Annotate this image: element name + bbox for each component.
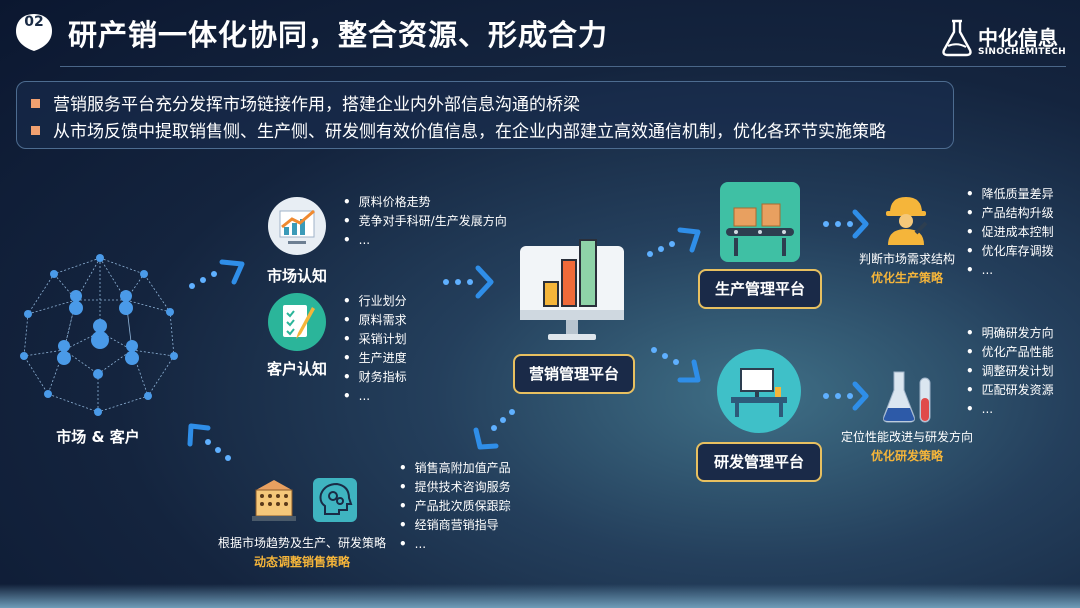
list-item: 销售高附加值产品: [399, 459, 511, 478]
list-item: ...: [343, 231, 507, 250]
list-item: 提供技术咨询服务: [399, 478, 511, 497]
list-item: 优化产品性能: [966, 343, 1054, 362]
list-item: ...: [966, 400, 1054, 419]
arrow-center-to-rnd: [651, 347, 701, 383]
list-item: 竞争对手科研/生产发展方向: [343, 212, 507, 231]
list-item: 产品结构升级: [966, 204, 1054, 223]
list-item: 原料需求: [343, 311, 407, 330]
list-item: ...: [399, 535, 511, 554]
checklist-icon: [268, 293, 326, 351]
list-item: ...: [966, 261, 1054, 280]
sales-list: 销售高附加值产品 提供技术咨询服务 产品批次质保跟踪 经销商营销指导 ...: [399, 459, 511, 554]
arrow-sales-to-market: [187, 423, 231, 461]
arrow-center-to-sales: [473, 409, 515, 450]
arrow-cognition-to-center: [443, 265, 494, 299]
list-item: 原料价格走势: [343, 193, 507, 212]
arrow-rnd-to-strategy: [823, 381, 869, 411]
customer-cognition-list: 行业划分 原料需求 采销计划 生产进度 财务指标 ...: [343, 292, 407, 406]
arrow-center-to-production: [647, 227, 701, 257]
list-item: 财务指标: [343, 368, 407, 387]
head-gears-icon: [313, 478, 357, 522]
network-people-icon: [20, 254, 178, 416]
lab-flask-icon: [883, 371, 931, 423]
production-platform-box: 生产管理平台: [698, 269, 822, 309]
conveyor-factory-icon: [720, 182, 800, 262]
arrow-production-to-strategy: [823, 209, 869, 239]
market-customer-label: 市场 & 客户: [56, 428, 140, 446]
marketing-platform-box: 营销管理平台: [513, 354, 635, 394]
list-item: 经销商营销指导: [399, 516, 511, 535]
rnd-platform-box: 研发管理平台: [696, 442, 822, 482]
production-strategy: 优化生产策略: [870, 271, 943, 285]
list-item: 行业划分: [343, 292, 407, 311]
arrow-market-to-cognition: [189, 259, 245, 289]
lab-desk-icon: [717, 349, 801, 433]
customer-cognition-label: 客户认知: [266, 360, 327, 378]
chart-trend-icon: [268, 197, 326, 255]
production-list: 降低质量差异 产品结构升级 促进成本控制 优化库存调拨 ...: [966, 185, 1054, 280]
monitor-bar-chart-icon: [520, 239, 624, 340]
list-item: 产品批次质保跟踪: [399, 497, 511, 516]
slide: 02 研产销一体化协同，整合资源、形成合力 中化信息 SINOCHEMITECH…: [0, 0, 1080, 608]
sales-strategy: 动态调整销售策略: [253, 555, 350, 569]
rnd-list: 明确研发方向 优化产品性能 调整研发计划 匹配研发资源 ...: [966, 324, 1054, 419]
list-item: 生产进度: [343, 349, 407, 368]
rnd-note: 定位性能改进与研发方向: [840, 430, 973, 444]
list-item: 调整研发计划: [966, 362, 1054, 381]
list-item: 优化库存调拨: [966, 242, 1054, 261]
worker-helmet-icon: [886, 197, 928, 245]
data-server-icon: [252, 480, 296, 521]
list-item: 采销计划: [343, 330, 407, 349]
sales-note: 根据市场趋势及生产、研发策略: [217, 536, 386, 550]
market-cognition-label: 市场认知: [266, 267, 327, 285]
list-item: 降低质量差异: [966, 185, 1054, 204]
market-cognition-list: 原料价格走势 竞争对手科研/生产发展方向 ...: [343, 193, 507, 250]
production-note: 判断市场需求结构: [858, 252, 955, 266]
list-item: 匹配研发资源: [966, 381, 1054, 400]
list-item: 促进成本控制: [966, 223, 1054, 242]
rnd-strategy: 优化研发策略: [870, 449, 943, 463]
list-item: 明确研发方向: [966, 324, 1054, 343]
list-item: ...: [343, 387, 407, 406]
